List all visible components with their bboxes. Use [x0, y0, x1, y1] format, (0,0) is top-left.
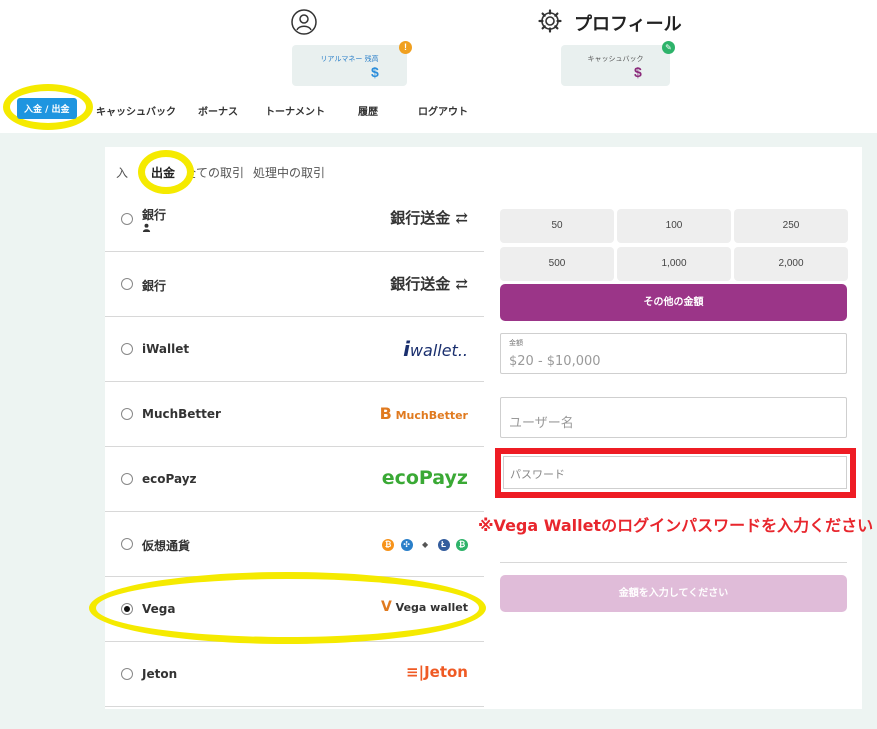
amount-button-500[interactable]: 500 [500, 247, 614, 281]
person-icon [142, 223, 151, 232]
method-name: 仮想通貨 [142, 539, 191, 553]
amount-field-placeholder: $20 - $10,000 [509, 354, 601, 369]
muchbetter-logo-text: MuchBetter [395, 409, 468, 422]
bank-transfer-logo: 銀行送金 ⇄ [390, 207, 468, 228]
bitcoin-icon: ₿ [382, 538, 395, 551]
method-name: MuchBetter [142, 407, 221, 421]
nav-cashback[interactable]: キャッシュバック [96, 103, 176, 118]
amount-button-2000[interactable]: 2,000 [734, 247, 848, 281]
method-row-muchbetter[interactable]: MuchBetter B MuchBetter [105, 382, 484, 447]
method-row-jeton[interactable]: Jeton ≡|Jeton [105, 642, 484, 707]
method-row-crypto[interactable]: 仮想通貨 ₿ ✣ ◆ Ł ₿ [105, 512, 484, 577]
ripple-icon: ✣ [400, 538, 413, 551]
method-name: 銀行 [142, 279, 167, 293]
method-name: Jeton [142, 667, 178, 681]
nav-history[interactable]: 履歴 [358, 103, 378, 118]
password-placeholder: パスワード [510, 468, 565, 481]
iwallet-logo-text: wallet.. [409, 341, 468, 360]
bank-transfer-logo: 銀行送金 ⇄ [390, 273, 468, 294]
ecopayz-logo: ecoPayz [381, 467, 468, 489]
edit-icon[interactable]: ✎ [662, 41, 675, 54]
amount-button-1000[interactable]: 1,000 [617, 247, 731, 281]
muchbetter-logo: B MuchBetter [379, 404, 468, 423]
nav-logout[interactable]: ログアウト [418, 103, 468, 118]
method-row-iwallet[interactable]: iWallet iwallet.. [105, 317, 484, 382]
cashback-balance-card: キャッシュバック $ [561, 45, 670, 86]
radio-button[interactable] [121, 343, 133, 355]
jeton-logo-text: Jeton [424, 663, 468, 681]
subtab-withdraw[interactable]: 出金 [151, 164, 175, 181]
crypto-logos: ₿ ✣ ◆ Ł ₿ [380, 536, 468, 554]
bank-transfer-logo-text: 銀行送金 [390, 275, 451, 293]
method-name: 銀行 [142, 208, 167, 222]
jeton-logo: ≡|Jeton [406, 663, 468, 681]
nav-tournament[interactable]: トーナメント [265, 103, 325, 118]
subtab-deposit[interactable]: 入 [116, 164, 128, 181]
method-row-bank-2[interactable]: 銀行 銀行送金 ⇄ [105, 252, 484, 317]
method-name: ecoPayz [142, 472, 197, 486]
radio-button[interactable] [121, 278, 133, 290]
amount-button-50[interactable]: 50 [500, 209, 614, 243]
profile-title: プロフィール [574, 14, 682, 35]
ethereum-icon: ◆ [419, 538, 432, 551]
jeton-icon: ≡| [406, 663, 425, 681]
nav-deposit-withdraw[interactable]: 入金 / 出金 [17, 98, 77, 119]
info-icon[interactable]: ! [399, 41, 412, 54]
radio-button[interactable] [121, 538, 133, 550]
amount-button-100[interactable]: 100 [617, 209, 731, 243]
method-row-ecopayz[interactable]: ecoPayz ecoPayz [105, 447, 484, 512]
other-amount-button[interactable]: その他の金額 [500, 284, 847, 321]
gear-icon[interactable] [538, 9, 562, 33]
refresh-icon: ⇄ [450, 209, 468, 227]
amount-field-label: 金額 [509, 339, 523, 347]
bitcoin-cash-icon: ₿ [456, 538, 468, 551]
radio-button[interactable] [121, 668, 133, 680]
real-money-value: $ [371, 64, 379, 80]
user-icon[interactable] [291, 9, 317, 35]
method-name: iWallet [142, 342, 190, 356]
real-money-balance-card: リアルマネー 残高 $ [292, 45, 407, 86]
litecoin-icon: Ł [437, 538, 450, 551]
refresh-icon: ⇄ [450, 275, 468, 293]
password-field[interactable]: パスワード [503, 456, 847, 489]
subtab-pending-transactions[interactable]: 処理中の取引 [253, 164, 325, 181]
password-warning-note: ※Vega Walletのログインパスワードを入力ください [478, 516, 874, 535]
method-row-bank[interactable]: 銀行 銀行送金 ⇄ [105, 187, 484, 252]
real-money-label: リアルマネー 残高 [320, 55, 379, 63]
radio-button[interactable] [121, 473, 133, 485]
bank-transfer-logo-text: 銀行送金 [390, 209, 451, 227]
username-placeholder: ユーザー名 [509, 416, 574, 431]
highlight-ellipse-vega [89, 572, 486, 644]
radio-button[interactable] [121, 213, 133, 225]
cashback-value: $ [634, 64, 642, 80]
nav-bonus[interactable]: ボーナス [198, 103, 238, 118]
divider [500, 562, 847, 563]
username-field[interactable]: ユーザー名 [500, 397, 847, 438]
cashback-label: キャッシュバック [587, 55, 644, 63]
amount-field[interactable]: 金額 $20 - $10,000 [500, 333, 847, 374]
submit-button[interactable]: 金額を入力してください [500, 575, 847, 612]
iwallet-logo: iwallet.. [403, 337, 468, 361]
amount-button-250[interactable]: 250 [734, 209, 848, 243]
radio-button[interactable] [121, 408, 133, 420]
